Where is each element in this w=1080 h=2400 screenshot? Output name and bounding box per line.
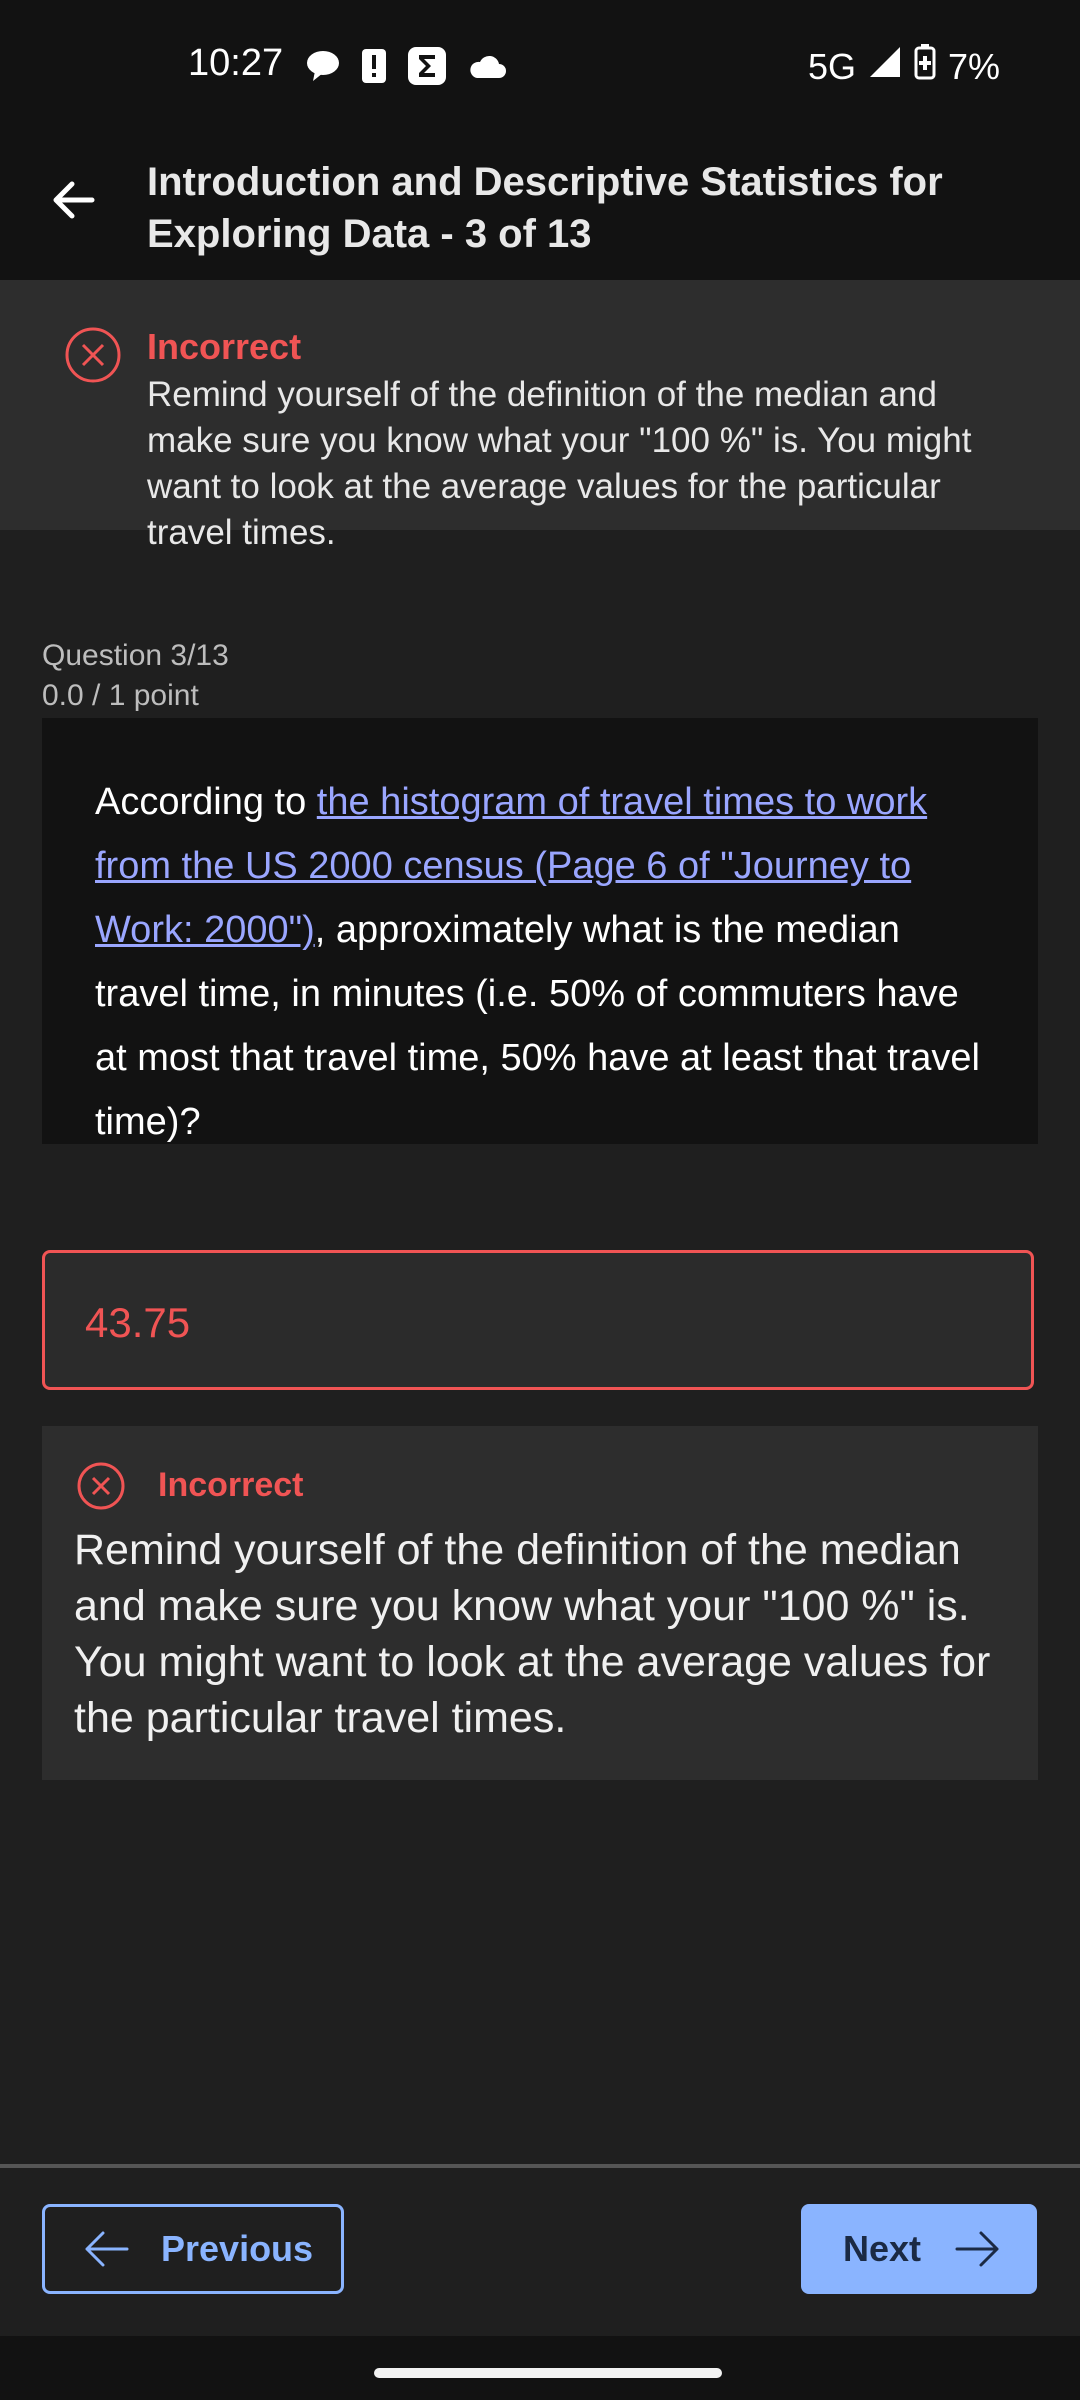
app-bar: Introduction and Descriptive Statistics …	[0, 136, 1080, 280]
network-type: 5G	[807, 45, 856, 87]
error-circle-icon	[77, 1462, 125, 1510]
feedback-status: Incorrect	[158, 1466, 304, 1504]
next-button[interactable]: Next	[801, 2204, 1037, 2294]
question-number: Question 3/13	[42, 639, 229, 672]
divider	[0, 2164, 1080, 2168]
feedback-message: Remind yourself of the definition of the…	[74, 1526, 991, 1742]
sigma-app-icon	[407, 46, 447, 91]
status-bar: 10:27 5G 7%	[0, 0, 1080, 136]
question-meta: Question 3/13 0.0 / 1 point	[42, 636, 229, 716]
question-text-before: According to	[95, 781, 317, 823]
answer-value: 43.75	[85, 1299, 191, 1346]
back-button[interactable]	[44, 170, 104, 230]
previous-label: Previous	[161, 2228, 314, 2269]
question-points: 0.0 / 1 point	[42, 679, 199, 712]
status-right: 5G 7%	[808, 44, 1000, 89]
next-label: Next	[843, 2228, 922, 2269]
battery-charging-icon	[914, 44, 936, 89]
question-text: According to the histogram of travel tim…	[95, 770, 995, 1154]
status-time: 10:27	[188, 42, 284, 84]
signal-icon	[868, 45, 902, 88]
banner-status: Incorrect	[147, 326, 302, 367]
alert-icon	[361, 48, 387, 89]
answer-field[interactable]: 43.75	[42, 1250, 1034, 1390]
cloud-icon	[467, 52, 507, 85]
result-banner: Incorrect Remind yourself of the definit…	[0, 280, 1080, 552]
question-card: According to the histogram of travel tim…	[42, 718, 1038, 1144]
banner-message: Remind yourself of the definition of the…	[147, 375, 972, 552]
previous-button[interactable]: Previous	[42, 2204, 344, 2294]
feedback-panel: Incorrect Remind yourself of the definit…	[42, 1426, 1038, 1780]
chat-bubble-icon	[305, 49, 341, 88]
arrow-left-icon	[85, 2231, 129, 2267]
error-circle-icon	[65, 327, 121, 383]
arrow-left-icon	[53, 181, 95, 219]
battery-level: 7%	[947, 45, 1000, 87]
arrow-right-icon	[955, 2231, 999, 2267]
page-title: Introduction and Descriptive Statistics …	[147, 160, 943, 256]
home-indicator[interactable]	[374, 2368, 722, 2378]
notification-icons	[305, 46, 507, 91]
